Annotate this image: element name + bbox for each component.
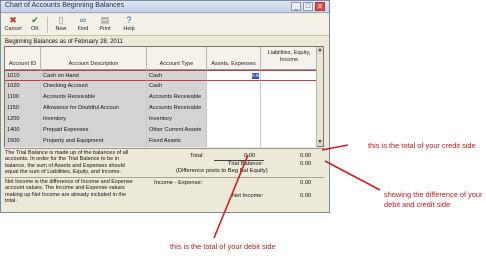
annotation-arrows — [213, 144, 381, 239]
difference-annotation: showing the difference of your debit and… — [384, 190, 483, 209]
screenshot: Chart of Accounts Beginning Balances _ □… — [0, 0, 486, 266]
difference-arrow — [324, 160, 381, 191]
credit-annotation: this is the total of your credit side — [368, 141, 476, 150]
credit-arrow — [321, 144, 349, 151]
debit-arrow — [213, 154, 249, 239]
debit-annotation: this is the total of your debit side — [170, 242, 276, 251]
